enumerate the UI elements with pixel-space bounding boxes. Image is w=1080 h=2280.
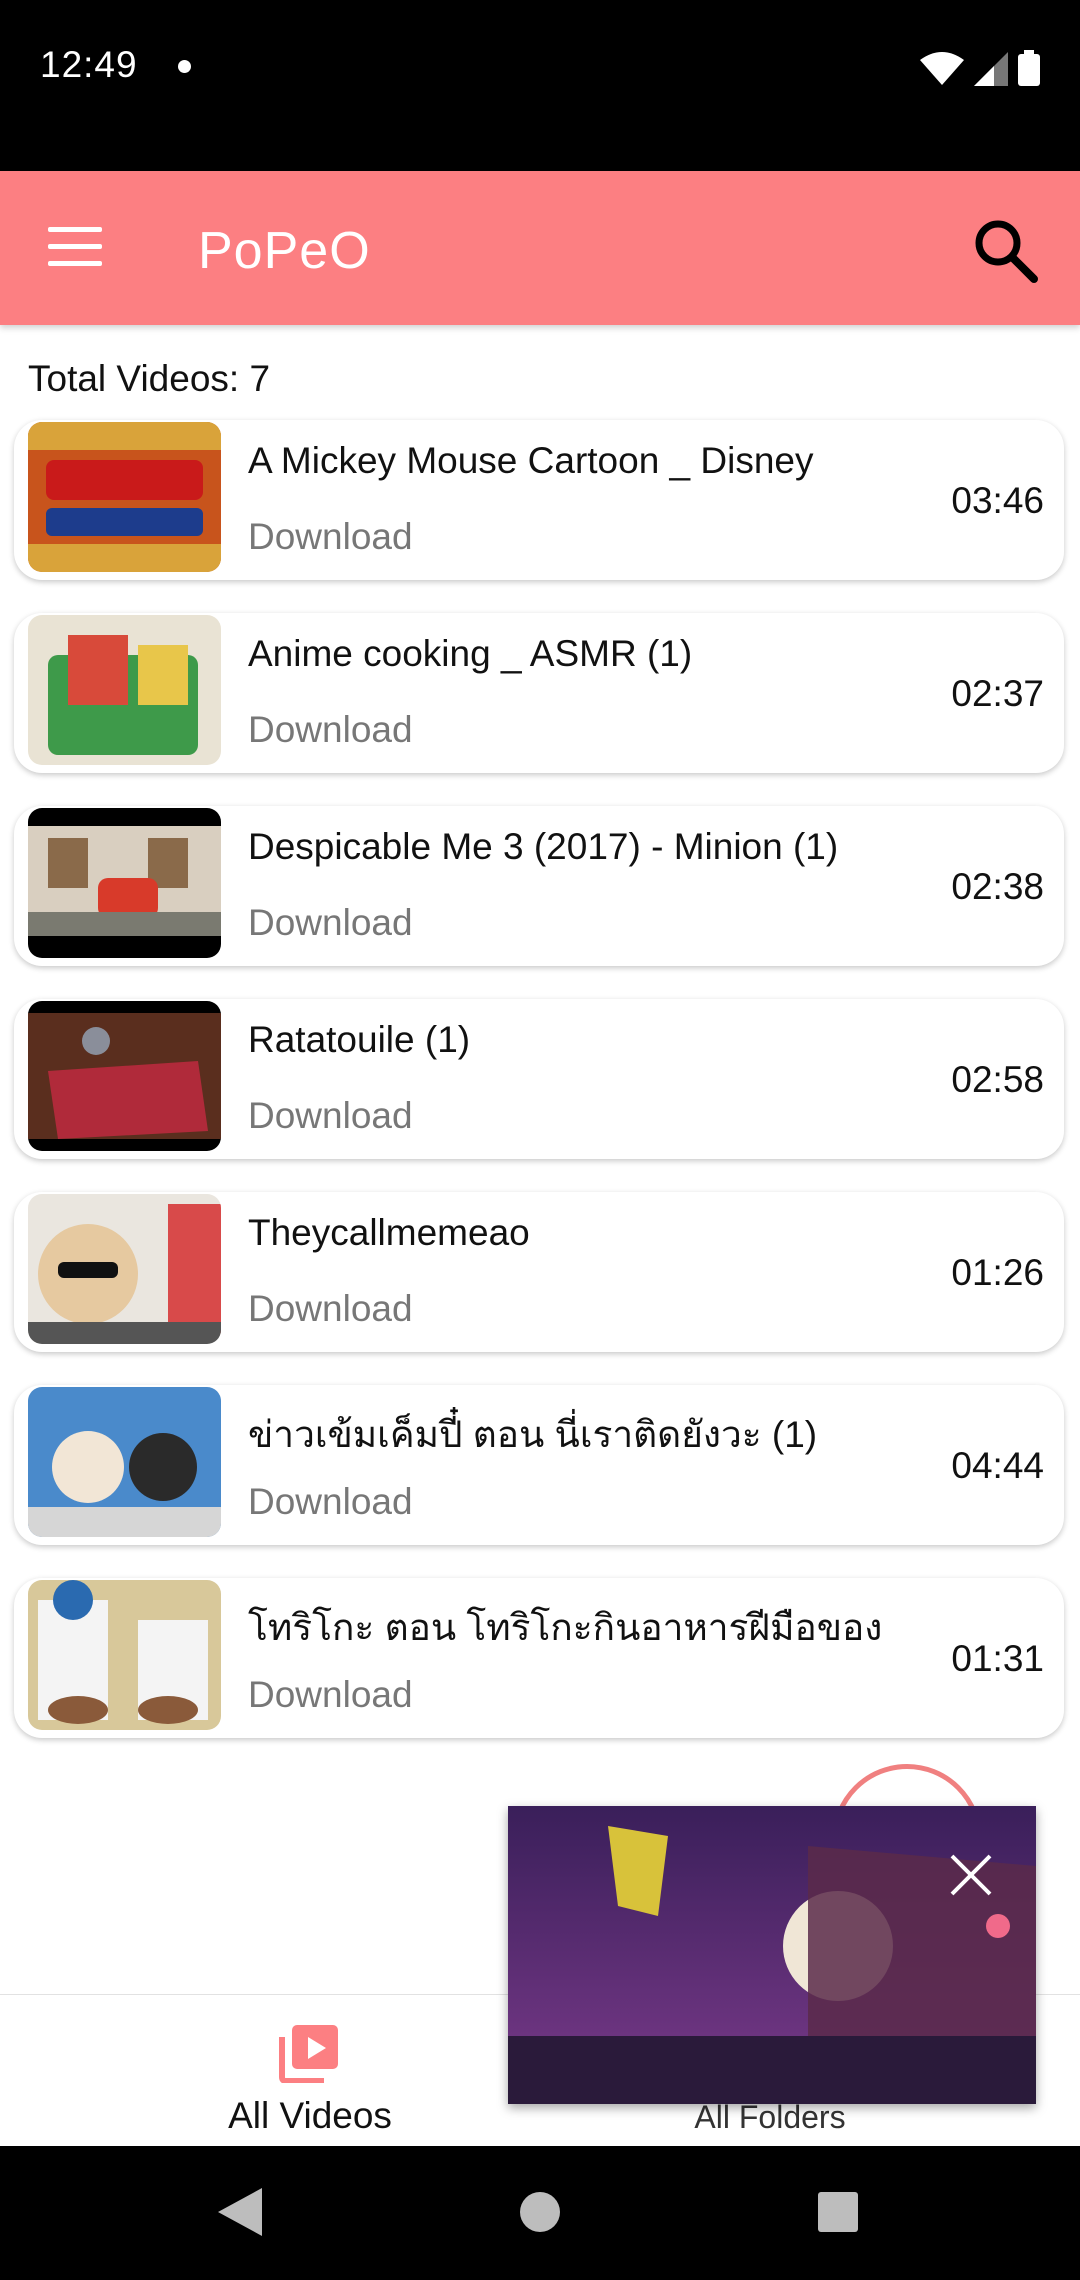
tab-all-videos[interactable]: All Videos (160, 2005, 460, 2145)
tab-all-folders-label: All Folders (694, 2099, 846, 2135)
video-item[interactable]: โทริโกะ ตอน โทริโกะกินอาหารฝีมือของ Down… (14, 1578, 1064, 1738)
download-link[interactable]: Download (248, 1674, 413, 1716)
back-icon[interactable] (218, 2188, 262, 2236)
app-bar: PoPeO (0, 171, 1080, 325)
recents-icon[interactable] (818, 2192, 858, 2232)
video-title: Despicable Me 3 (2017) - Minion (1) (248, 826, 839, 867)
video-duration: 02:37 (951, 673, 1044, 714)
download-link[interactable]: Download (248, 709, 413, 751)
wifi-icon (920, 52, 964, 85)
video-duration: 02:38 (951, 866, 1044, 907)
video-list: A Mickey Mouse Cartoon _ Disney Download… (14, 420, 1066, 1771)
video-duration: 03:46 (951, 480, 1044, 521)
download-link[interactable]: Download (248, 902, 413, 944)
download-link[interactable]: Download (248, 516, 413, 558)
video-item[interactable]: Ratatouile (1) Download 02:58 (14, 999, 1064, 1159)
video-item[interactable]: Despicable Me 3 (2017) - Minion (1) Down… (14, 806, 1064, 966)
video-duration: 01:26 (951, 1252, 1044, 1293)
video-thumbnail (28, 808, 221, 958)
video-title: ข่าวเข้มเค็มปี๋ ตอน นี่เราติดยังวะ (1) (248, 1414, 818, 1455)
home-icon[interactable] (520, 2192, 560, 2232)
video-title: A Mickey Mouse Cartoon _ Disney (248, 440, 814, 481)
video-title: Anime cooking _ ASMR (1) (248, 633, 693, 674)
app-title: PoPeO (198, 222, 371, 280)
total-videos-label: Total Videos: 7 (28, 358, 271, 399)
close-icon[interactable] (946, 1850, 996, 1900)
video-item[interactable]: A Mickey Mouse Cartoon _ Disney Download… (14, 420, 1064, 580)
video-title: Theycallmemeao (248, 1212, 530, 1253)
video-thumbnail (28, 1387, 221, 1537)
video-thumbnail (28, 1580, 221, 1730)
video-library-icon (279, 2025, 338, 2083)
video-thumbnail (28, 422, 221, 572)
signal-icon (974, 52, 1008, 86)
system-navigation-bar (0, 2146, 1080, 2280)
mini-video-player[interactable] (508, 1806, 1036, 2104)
video-item[interactable]: Anime cooking _ ASMR (1) Download 02:37 (14, 613, 1064, 773)
video-thumbnail (28, 1194, 221, 1344)
search-icon[interactable] (970, 215, 1040, 285)
video-item[interactable]: ข่าวเข้มเค็มปี๋ ตอน นี่เราติดยังวะ (1) D… (14, 1385, 1064, 1545)
video-thumbnail (28, 615, 221, 765)
status-bar: 12:49 (0, 0, 1080, 171)
video-duration: 04:44 (951, 1445, 1044, 1486)
status-icons (920, 50, 1040, 86)
video-thumbnail (28, 1001, 221, 1151)
download-link[interactable]: Download (248, 1481, 413, 1523)
download-link[interactable]: Download (248, 1095, 413, 1137)
download-link[interactable]: Download (248, 1288, 413, 1330)
notification-dot-icon (178, 60, 191, 73)
video-title: โทริโกะ ตอน โทริโกะกินอาหารฝีมือของ (248, 1607, 883, 1648)
battery-icon (1018, 50, 1040, 86)
video-item[interactable]: Theycallmemeao Download 01:26 (14, 1192, 1064, 1352)
video-duration: 01:31 (951, 1638, 1044, 1679)
video-title: Ratatouile (1) (248, 1019, 471, 1060)
video-duration: 02:58 (951, 1059, 1044, 1100)
menu-icon[interactable] (48, 227, 102, 269)
status-time: 12:49 (40, 44, 138, 85)
tab-all-videos-label: All Videos (228, 2095, 392, 2136)
